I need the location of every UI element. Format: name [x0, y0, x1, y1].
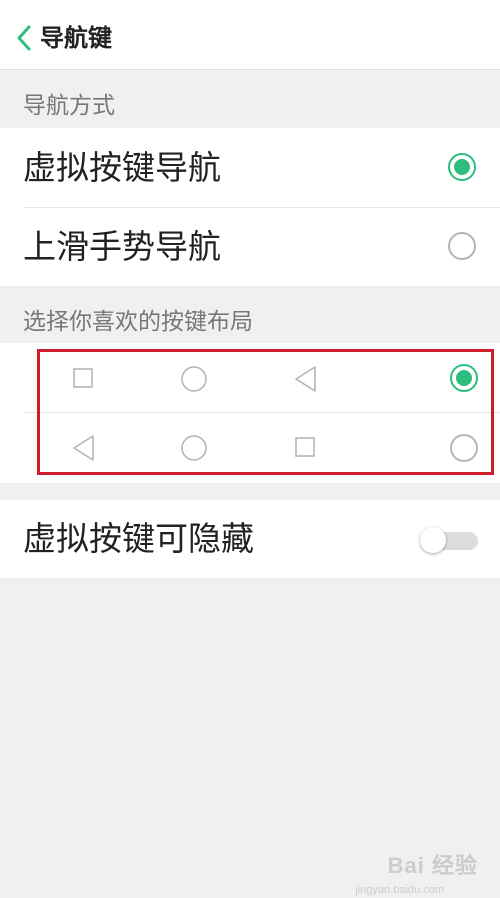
- header-bar: 导航键: [0, 0, 500, 70]
- circle-icon: [181, 435, 207, 461]
- navigation-mode-card: 虚拟按键导航 上滑手势导航: [0, 128, 500, 286]
- circle-icon: [181, 366, 207, 392]
- triangle-left-icon: [295, 366, 316, 392]
- hide-keys-label: 虚拟按键可隐藏: [23, 519, 254, 558]
- layout-option-2[interactable]: [0, 413, 500, 483]
- radio-layout-1[interactable]: [450, 364, 478, 392]
- radio-layout-2[interactable]: [450, 434, 478, 462]
- option-label: 虚拟按键导航: [23, 148, 221, 187]
- page-title: 导航键: [40, 24, 112, 52]
- watermark-logo: Bai 经验: [387, 853, 478, 878]
- key-layout-card: [0, 343, 500, 483]
- hide-keys-toggle[interactable]: [420, 527, 478, 553]
- option-swipe-gesture[interactable]: 上滑手势导航: [0, 207, 500, 287]
- layout-option-1[interactable]: [0, 343, 500, 413]
- square-icon: [73, 368, 93, 388]
- back-button[interactable]: [10, 20, 38, 56]
- square-icon: [295, 437, 315, 457]
- toggle-thumb: [420, 527, 446, 553]
- radio-swipe-gesture[interactable]: [448, 232, 476, 260]
- section-label-navigation-mode: 导航方式: [23, 93, 115, 119]
- watermark-url: jingyan.baidu.com: [355, 884, 444, 896]
- option-virtual-keys[interactable]: 虚拟按键导航: [0, 128, 500, 208]
- triangle-left-icon: [73, 435, 94, 461]
- radio-virtual-keys[interactable]: [448, 153, 476, 181]
- section-label-key-layout: 选择你喜欢的按键布局: [23, 309, 253, 335]
- option-label: 上滑手势导航: [23, 227, 221, 266]
- chevron-left-icon: [17, 25, 31, 51]
